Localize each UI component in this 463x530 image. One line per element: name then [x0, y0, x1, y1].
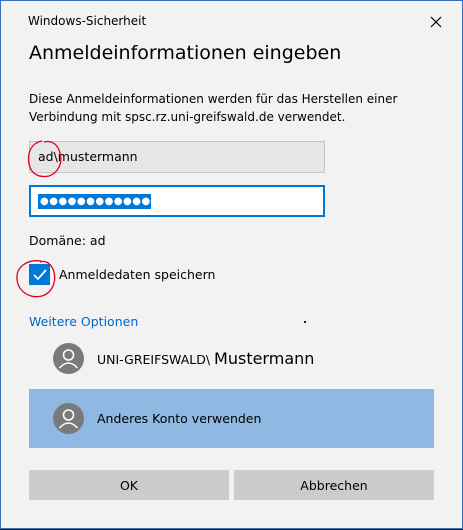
checkmark-icon: [32, 268, 47, 280]
more-options-link[interactable]: Weitere Optionen: [29, 314, 138, 329]
annotation-overlay: [16, 140, 62, 298]
description-line-1: Diese Anmeldeinformationen werden für da…: [29, 92, 398, 106]
account-label: UNI-GREIFSWALD\ Mustermann: [97, 329, 314, 389]
domain-text: Domäne: ad: [29, 233, 106, 248]
account-mustermann[interactable]: UNI-GREIFSWALD\ Mustermann: [29, 329, 434, 388]
ok-button[interactable]: OK: [29, 470, 229, 500]
window-title: Windows-Sicherheit: [28, 14, 147, 28]
user-avatar-icon: [53, 403, 84, 434]
account-label: Anderes Konto verwenden: [97, 411, 262, 426]
cancel-button[interactable]: Abbrechen: [234, 470, 434, 500]
password-field[interactable]: ●●●●●●●●●●●●●●: [29, 185, 325, 217]
user-avatar-icon: [53, 343, 84, 374]
credential-dialog: Windows-Sicherheit Anmeldeinformationen …: [0, 0, 463, 529]
remember-checkbox[interactable]: [29, 264, 50, 285]
dialog-heading: Anmeldeinformationen eingeben: [29, 42, 342, 64]
stray-dot: [304, 321, 306, 323]
account-other[interactable]: Anderes Konto verwenden: [29, 389, 434, 448]
remember-label[interactable]: Anmeldedaten speichern: [59, 267, 215, 282]
password-mask: ●●●●●●●●●●●●●●: [38, 194, 151, 209]
description-line-2: Verbindung mit spsc.rz.uni-greifswald.de…: [29, 110, 346, 124]
close-icon: [430, 16, 442, 28]
description: Diese Anmeldeinformationen werden für da…: [29, 90, 449, 126]
account-name: Mustermann: [214, 349, 315, 368]
username-field[interactable]: ad\mustermann: [29, 141, 325, 173]
title-bar: Windows-Sicherheit: [1, 1, 462, 37]
close-button[interactable]: [418, 7, 454, 37]
account-domain: UNI-GREIFSWALD\: [97, 352, 215, 367]
